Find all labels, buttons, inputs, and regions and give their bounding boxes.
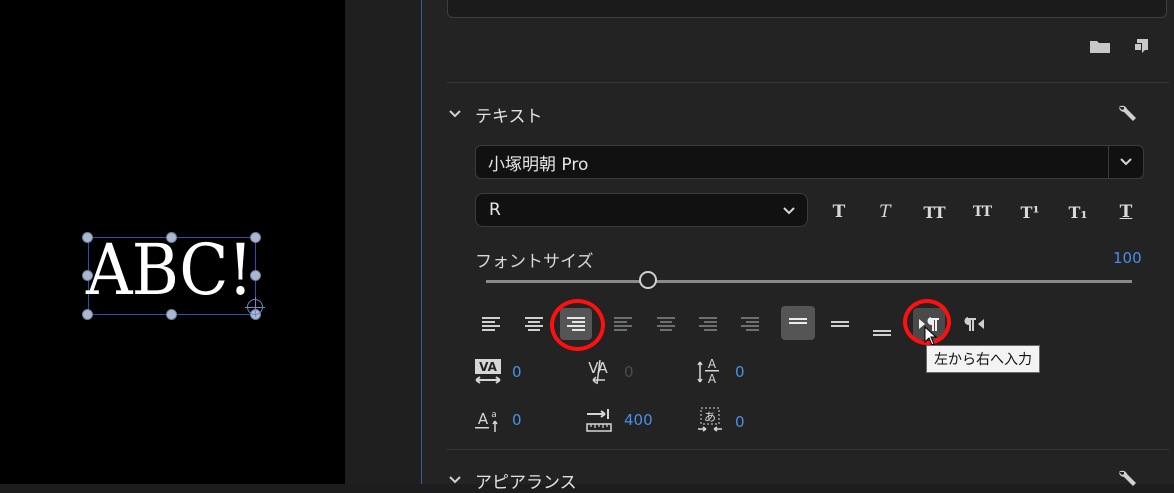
align-middle-icon <box>831 321 849 327</box>
svg-text:VA: VA <box>479 360 497 374</box>
bbox-handle-top[interactable] <box>166 232 177 243</box>
font-style-dropdown[interactable]: R <box>475 193 808 227</box>
annotation-circle-align-right <box>550 299 605 351</box>
baseline-shift-icon: A a <box>475 410 498 432</box>
all-caps-button[interactable]: TT <box>917 200 951 224</box>
faux-bold-button[interactable]: T <box>822 200 856 224</box>
essential-graphics-panel <box>422 0 1174 484</box>
chevron-down-icon[interactable] <box>447 106 463 122</box>
tracking-value[interactable]: 0 <box>512 363 522 381</box>
chevron-down-icon[interactable] <box>447 472 463 488</box>
panel-gutter <box>345 0 421 484</box>
new-layer-icon[interactable] <box>1133 38 1149 54</box>
align-center-button[interactable] <box>518 308 550 340</box>
wrench-icon[interactable] <box>1116 103 1138 125</box>
chevron-down-icon <box>1120 158 1132 166</box>
svg-text:A: A <box>708 357 717 371</box>
kerning-value[interactable]: 0 <box>624 363 634 381</box>
section-divider <box>447 82 1169 83</box>
justify-right-icon <box>699 317 717 331</box>
bbox-handle-left[interactable] <box>82 270 93 281</box>
tsume-icon: あ <box>698 407 722 432</box>
folder-icon[interactable] <box>1089 38 1111 54</box>
wrench-icon[interactable] <box>1116 468 1138 490</box>
appearance-section-title: アピアランス <box>475 472 577 493</box>
leading-value[interactable]: 0 <box>735 363 745 381</box>
justify-center-button[interactable] <box>650 308 682 340</box>
bbox-handle-top-right[interactable] <box>250 232 261 243</box>
font-size-slider-thumb[interactable] <box>638 271 657 289</box>
tab-width-icon <box>586 409 612 432</box>
leading-icon: A A <box>697 357 719 386</box>
font-style-value: R <box>489 200 501 220</box>
font-size-slider[interactable] <box>486 271 1132 289</box>
align-left-button[interactable] <box>475 308 507 340</box>
small-caps-button[interactable]: TT <box>965 200 999 224</box>
tab-width-value[interactable]: 400 <box>624 411 653 429</box>
baseline-shift-value[interactable]: 0 <box>512 411 522 429</box>
rtl-paragraph-icon <box>964 317 984 331</box>
text-section-header[interactable]: テキスト <box>447 102 543 127</box>
justify-right-button[interactable] <box>692 308 724 340</box>
text-section-title: テキスト <box>475 106 543 127</box>
subscript-button[interactable]: T₁ <box>1061 200 1095 224</box>
underline-button[interactable]: T <box>1109 200 1143 224</box>
font-family-dropdown[interactable]: 小塚明朝 Pro <box>475 145 1144 179</box>
justify-center-icon <box>657 317 675 331</box>
align-top-icon <box>789 318 807 324</box>
align-top-button[interactable] <box>781 306 815 340</box>
bbox-handle-top-left[interactable] <box>82 232 93 243</box>
svg-text:あ: あ <box>704 410 716 424</box>
superscript-button[interactable]: T¹ <box>1013 200 1047 224</box>
svg-text:A: A <box>708 372 717 386</box>
justify-left-icon <box>614 317 632 331</box>
font-family-dropdown-button[interactable] <box>1108 146 1143 178</box>
appearance-section-header[interactable]: アピアランス <box>447 468 577 493</box>
section-divider <box>447 449 1169 450</box>
justify-all-icon <box>741 317 759 331</box>
font-size-value[interactable]: 100 <box>1113 249 1142 267</box>
align-middle-button[interactable] <box>824 308 856 340</box>
tsume-value[interactable]: 0 <box>735 413 745 431</box>
align-bottom-button[interactable] <box>866 315 898 347</box>
bbox-handle-bottom[interactable] <box>166 309 177 320</box>
anchor-point-icon[interactable] <box>245 297 265 317</box>
layer-list-box[interactable] <box>447 0 1167 18</box>
mouse-cursor-icon <box>924 326 938 346</box>
align-left-icon <box>482 317 500 331</box>
tracking-icon: VA <box>475 359 501 384</box>
font-family-value: 小塚明朝 Pro <box>488 154 589 175</box>
chevron-down-icon <box>783 207 795 215</box>
kerning-icon: VA <box>588 359 609 385</box>
align-bottom-icon <box>873 330 891 336</box>
svg-text:A: A <box>478 410 489 428</box>
justify-left-button[interactable] <box>607 308 639 340</box>
faux-italic-button[interactable]: T <box>868 200 902 224</box>
program-monitor[interactable]: ABC! <box>0 0 345 484</box>
tooltip: 左から右へ入力 <box>926 345 1040 373</box>
bbox-handle-right[interactable] <box>250 270 261 281</box>
svg-text:a: a <box>491 410 497 420</box>
align-center-icon <box>525 317 543 331</box>
justify-all-button[interactable] <box>734 308 766 340</box>
bbox-handle-bottom-left[interactable] <box>82 309 93 320</box>
font-size-label: フォントサイズ <box>475 252 594 272</box>
right-to-left-button[interactable] <box>958 308 990 340</box>
